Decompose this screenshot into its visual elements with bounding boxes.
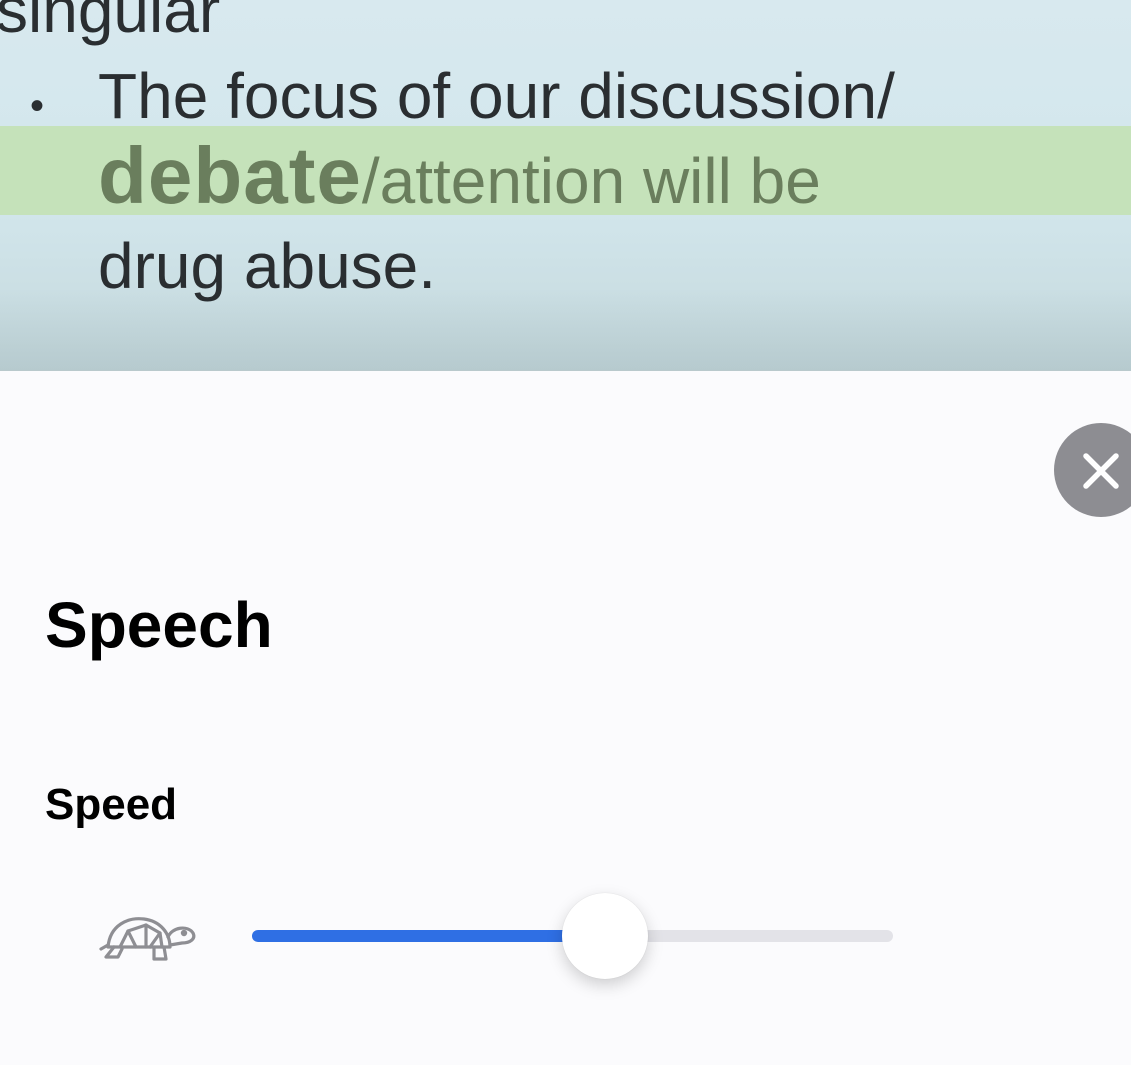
previous-line-text: singular [0,0,221,46]
bullet-text-line-2: debate/attention will be [98,136,821,221]
speed-slider[interactable] [252,893,893,979]
speed-slider-thumb[interactable] [561,893,648,979]
bullet-text-line-2-rest: /attention will be [361,145,821,217]
sheet-title: Speech [45,589,273,661]
speed-label: Speed [45,780,178,829]
document-preview: singular • The focus of our discussion/ … [0,0,1131,371]
bullet-point: • [30,84,45,128]
close-button[interactable] [1054,423,1131,517]
bullet-text-line-1: The focus of our discussion/ [98,60,895,132]
bullet-text-line-3: drug abuse. [98,230,437,302]
speed-slider-fill [252,930,605,942]
turtle-icon [99,917,196,961]
close-icon [1083,453,1119,489]
speech-settings-sheet: Speech Speed [0,371,1131,1065]
current-spoken-word: debate [98,131,362,220]
